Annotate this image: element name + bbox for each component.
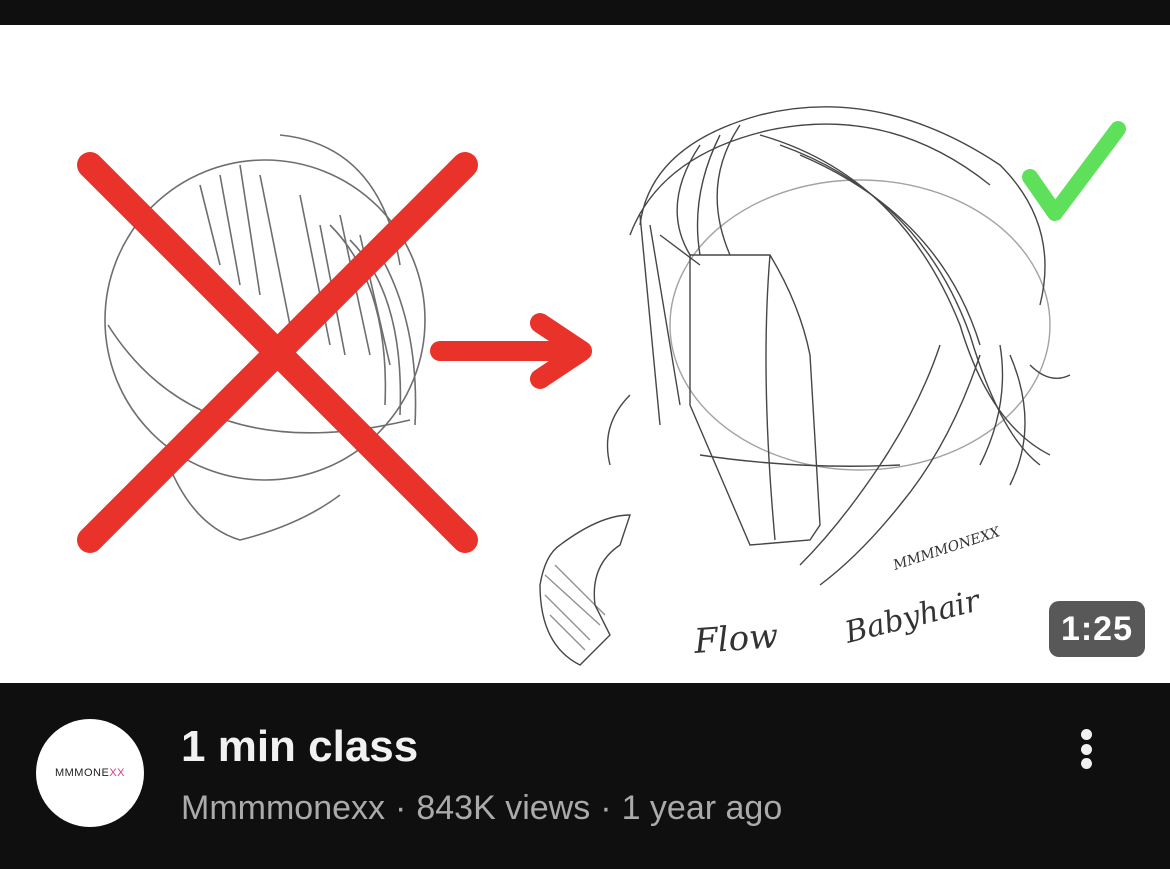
separator: · (395, 789, 407, 827)
channel-avatar[interactable]: MMMONEXX (36, 719, 144, 827)
handwriting-babyhair: Babyhair (840, 583, 984, 651)
video-subline: Mmmmonexx · 843K views · 1 year ago (181, 787, 782, 829)
logo-text-main: MMMONE (54, 767, 110, 779)
video-thumbnail[interactable]: Flow Babyhair MMMMONEXX 1:25 (0, 25, 1170, 683)
checkmark-icon (1022, 121, 1126, 221)
more-dot (1080, 758, 1092, 769)
separator: · (600, 789, 612, 827)
view-count: 843K views (416, 789, 591, 827)
duration-badge: 1:25 (1048, 601, 1145, 657)
more-dot (1080, 729, 1092, 740)
handwriting-signature: MMMMONEXX (890, 524, 1003, 574)
handwriting-flow: Flow (692, 616, 780, 662)
top-bar (0, 0, 1170, 25)
logo-text-accent: XX (109, 767, 125, 779)
upload-age: 1 year ago (621, 789, 783, 827)
more-vertical-icon[interactable] (1062, 725, 1110, 773)
channel-name[interactable]: Mmmmonexx (181, 789, 385, 827)
more-dot (1080, 743, 1092, 755)
video-title[interactable]: 1 min class (181, 721, 418, 773)
channel-logo: MMMONEXX (55, 767, 125, 779)
arrow-right-icon (430, 313, 592, 389)
thumbnail-artwork: Flow Babyhair MMMMONEXX (77, 106, 1126, 666)
video-meta: MMMONEXX 1 min class Mmmmonexx · 843K view… (0, 683, 1170, 869)
x-cross-icon (77, 152, 478, 553)
